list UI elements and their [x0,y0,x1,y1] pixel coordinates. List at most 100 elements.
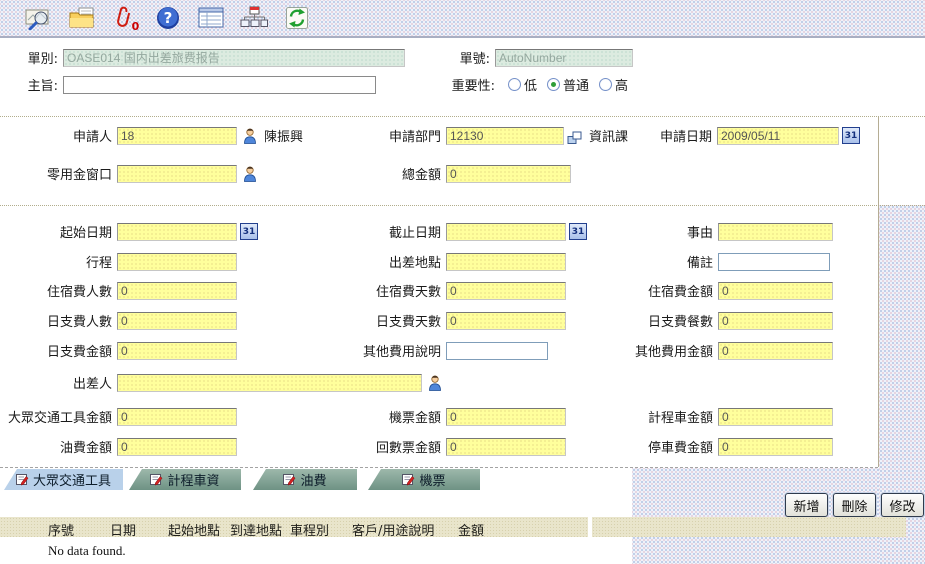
department-label: 申請部門 [291,126,441,145]
delete-button[interactable]: 刪除 [833,493,876,517]
start-date-input[interactable] [117,223,237,241]
trip-location-label: 出差地點 [291,252,441,271]
airfare-amount-group: 機票金額 [291,407,566,426]
apply-date-input[interactable] [717,127,839,145]
open-folder-icon[interactable] [67,5,97,31]
remark-input[interactable] [718,253,830,271]
add-button[interactable]: 新增 [785,493,828,517]
doc-no-label: 單號: [450,48,490,67]
calendar-icon[interactable]: 31 [842,127,860,144]
trip-location-input[interactable] [446,253,566,271]
daily-people-label: 日支費人數 [0,311,112,330]
priority-option-normal[interactable]: 普通 [547,75,589,94]
coupon-amount-label: 回數票金額 [291,437,441,456]
daily-amount-input[interactable] [117,342,237,360]
refresh-icon[interactable] [282,5,312,31]
other-desc-input[interactable] [446,342,548,360]
priority-radio-low[interactable] [508,78,521,91]
priority-radio-normal[interactable] [547,78,560,91]
trip-location-group: 出差地點 [291,252,566,271]
section-separator-2 [0,205,925,206]
form-view-icon[interactable] [196,5,226,31]
svg-text:?: ? [164,9,173,27]
doc-type-field [63,49,405,67]
taxi-amount-input [718,408,833,426]
priority-option-high[interactable]: 高 [599,75,628,94]
tab-label: 油費 [300,470,326,489]
remark-label: 備註 [563,252,713,271]
daily-amount-group: 日支費金額 [0,341,237,360]
total-amount-field [446,165,571,183]
person-lookup-icon[interactable] [428,375,442,391]
priority-option-normal-label: 普通 [563,75,589,94]
apply-date-field-group: 申請日期 31 [562,126,860,145]
travelers-group: 出差人 [0,373,442,392]
calendar-icon[interactable]: 31 [240,223,258,240]
tab-fuel[interactable]: 油費 [253,469,357,490]
lodging-days-input[interactable] [446,282,566,300]
edit-form-icon [150,473,163,486]
end-date-label: 截止日期 [291,222,441,241]
itinerary-group: 行程 [0,252,237,271]
subject-input[interactable] [63,76,376,94]
modify-button[interactable]: 修改 [881,493,924,517]
workflow-icon[interactable] [239,5,269,31]
end-date-input[interactable] [446,223,566,241]
daily-meals-input[interactable] [718,312,833,330]
itinerary-label: 行程 [0,252,112,271]
lodging-people-input[interactable] [117,282,237,300]
airfare-amount-label: 機票金額 [291,407,441,426]
parking-amount-label: 停車費金額 [563,437,713,456]
transit-amount-label: 大眾交通工具金額 [0,407,112,426]
coupon-amount-group: 回數票金額 [291,437,566,456]
apply-date-label: 申請日期 [562,126,712,145]
travelers-input[interactable] [117,374,422,392]
priority-group: 重要性: 低 普通 高 [443,75,628,94]
fuel-amount-label: 油費金額 [0,437,112,456]
subject-field-group: 主旨: [20,75,376,94]
tab-airfare[interactable]: 機票 [368,469,480,490]
priority-radio-high[interactable] [599,78,612,91]
col-header-trip-type: 車程別 [290,520,329,539]
travelers-label: 出差人 [0,373,112,392]
expense-form-screen: 0 ? [0,0,925,564]
lodging-amount-group: 住宿費金額 [563,281,833,300]
lodging-amount-input[interactable] [718,282,833,300]
print-preview-icon[interactable] [24,5,54,31]
lodging-people-label: 住宿費人數 [0,281,112,300]
applicant-id-input[interactable] [117,127,237,145]
tab-public-transport[interactable]: 大眾交通工具 [4,469,123,490]
daily-days-input[interactable] [446,312,566,330]
daily-days-label: 日支費天數 [291,311,441,330]
priority-option-low[interactable]: 低 [508,75,537,94]
col-header-seq: 序號 [48,520,74,539]
section-separator-1 [0,116,925,117]
doc-no-field-group: 單號: [450,48,633,67]
table-header-band [592,517,906,537]
tab-taxi-fare[interactable]: 計程車資 [129,469,241,490]
lodging-days-label: 住宿費天數 [291,281,441,300]
end-date-group: 截止日期 31 [291,222,587,241]
attachment-icon[interactable]: 0 [110,5,140,31]
person-lookup-icon[interactable] [243,128,257,144]
edit-form-icon [283,473,296,486]
reason-label: 事由 [563,222,713,241]
other-amount-input[interactable] [718,342,833,360]
lodging-people-group: 住宿費人數 [0,281,237,300]
petty-cash-label: 零用金窗口 [0,164,112,183]
help-icon[interactable]: ? [153,5,183,31]
lodging-amount-label: 住宿費金額 [563,281,713,300]
panel-right-border [878,116,879,467]
applicant-label: 申請人 [0,126,112,145]
priority-option-low-label: 低 [524,75,537,94]
petty-cash-window-input[interactable] [117,165,237,183]
department-id-input[interactable] [446,127,564,145]
itinerary-input[interactable] [117,253,237,271]
reason-input[interactable] [718,223,833,241]
parking-amount-input [718,438,833,456]
attachment-count-badge: 0 [132,20,140,33]
daily-people-input[interactable] [117,312,237,330]
doc-type-label: 單別: [20,48,58,67]
person-lookup-icon[interactable] [243,166,257,182]
coupon-amount-input [446,438,566,456]
